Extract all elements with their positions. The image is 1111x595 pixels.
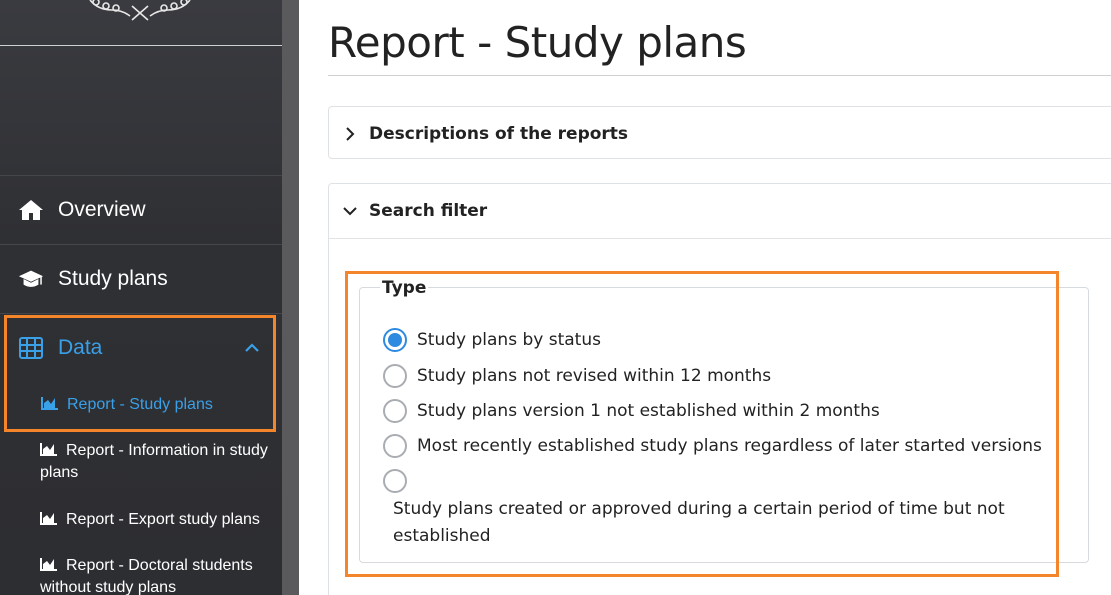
nav-overview[interactable]: Overview	[0, 175, 282, 244]
nav-data[interactable]: Data	[0, 313, 282, 382]
sidebar-scrollbar[interactable]	[282, 0, 299, 595]
nav-label: Study plans	[58, 267, 168, 290]
subnav-label: Report - Information in study plans	[40, 442, 268, 481]
chart-area-icon	[41, 397, 58, 410]
graduation-cap-icon	[18, 266, 44, 292]
radio-button[interactable]	[383, 364, 407, 388]
subnav-label: Report - Export study plans	[66, 511, 260, 528]
radio-label[interactable]: Study plans created or approved during a…	[393, 496, 1033, 550]
radio-option[interactable]: Study plans not revised within 12 months	[383, 364, 771, 388]
type-legend: Type	[380, 278, 429, 298]
radio-option[interactable]	[383, 469, 417, 493]
chevron-down-icon	[343, 207, 357, 216]
subnav-report-information[interactable]: Report - Information in study plans	[40, 440, 270, 484]
chart-area-icon	[40, 558, 57, 571]
radio-option[interactable]: Study plans by status	[383, 328, 601, 352]
logo-area	[0, 0, 282, 46]
panel-title: Search filter	[369, 201, 488, 221]
panel-title: Descriptions of the reports	[369, 123, 629, 144]
university-emblem-icon	[89, 0, 191, 21]
nav-study-plans[interactable]: Study plans	[0, 244, 282, 313]
descriptions-panel-header[interactable]: Descriptions of the reports	[329, 107, 1111, 160]
subnav-label: Report - Doctoral students without study…	[40, 557, 253, 595]
radio-option[interactable]: Study plans version 1 not established wi…	[383, 399, 880, 423]
radio-label[interactable]: Study plans not revised within 12 months	[417, 366, 771, 386]
home-icon	[18, 197, 44, 223]
chart-area-icon	[40, 443, 57, 456]
subnav-report-doctoral[interactable]: Report - Doctoral students without study…	[40, 555, 270, 595]
table-icon	[18, 335, 44, 361]
radio-label[interactable]: Most recently established study plans re…	[417, 436, 1042, 456]
radio-label[interactable]: Study plans by status	[417, 330, 601, 350]
subnav-label: Report - Study plans	[67, 396, 213, 413]
chevron-right-icon	[346, 126, 355, 141]
radio-label[interactable]: Study plans version 1 not established wi…	[417, 401, 880, 421]
radio-option[interactable]: Most recently established study plans re…	[383, 434, 1042, 458]
radio-button[interactable]	[383, 328, 407, 352]
search-filter-panel-header[interactable]: Search filter	[329, 184, 1111, 239]
radio-button[interactable]	[383, 434, 407, 458]
radio-button[interactable]	[383, 399, 407, 423]
radio-button[interactable]	[383, 469, 407, 493]
page-title: Report - Study plans	[328, 18, 747, 67]
title-divider	[328, 75, 1111, 76]
nav-label: Data	[58, 336, 103, 359]
subnav-report-study-plans[interactable]: Report - Study plans	[41, 394, 271, 416]
descriptions-panel[interactable]: Descriptions of the reports	[328, 106, 1111, 159]
nav-label: Overview	[58, 198, 146, 221]
sidebar: Overview Study plans Data Report - Study…	[0, 0, 282, 595]
chevron-up-icon[interactable]	[244, 340, 260, 356]
subnav-report-export[interactable]: Report - Export study plans	[40, 509, 270, 531]
chart-area-icon	[40, 512, 57, 525]
